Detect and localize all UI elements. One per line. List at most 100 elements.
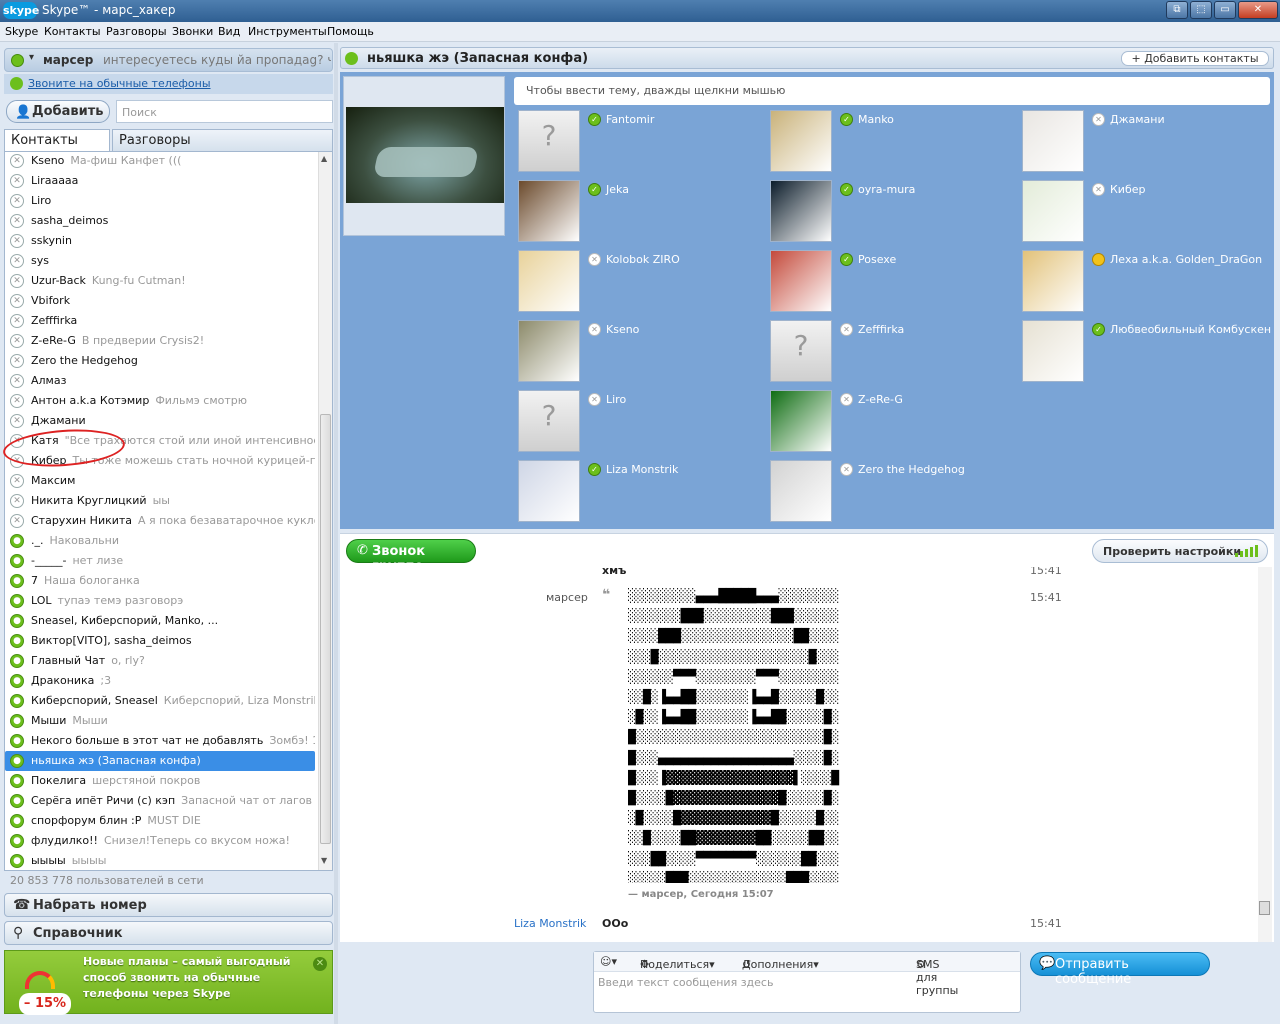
menu-conversations[interactable]: Разговоры xyxy=(106,25,167,38)
contact-list-item[interactable]: ● ._. Наковальни xyxy=(5,531,315,551)
contact-list-item[interactable]: ✕ Никита Круглицкий ыы xyxy=(5,491,315,511)
menu-help[interactable]: Помощь xyxy=(327,25,374,38)
online-status-icon[interactable] xyxy=(11,54,24,67)
message-input[interactable]: Введи текст сообщения здесь xyxy=(598,976,773,989)
contact-list-item[interactable]: ● спорфорум блин :P MUST DIE xyxy=(5,811,315,831)
contact-list-item[interactable]: ✕ Антон a.k.a Котэмир Фильмэ смотрю xyxy=(5,391,315,411)
profile-mood[interactable]: интересуетесь куды йа пропадаg? ч... xyxy=(103,53,331,67)
participant-tile[interactable]: Леха a.k.a. Golden_DraGon xyxy=(1022,250,1272,314)
contact-list-item[interactable]: ✕ Liro xyxy=(5,191,315,211)
compact-view-button[interactable]: ⧉ xyxy=(1166,1,1188,19)
participant-avatar[interactable] xyxy=(518,110,580,172)
contact-list-item[interactable]: ● Sneasel, Киберспорий, Manko, ... xyxy=(5,611,315,631)
contact-list-item[interactable]: ● -_____- нет лизе xyxy=(5,551,315,571)
participant-avatar[interactable] xyxy=(770,460,832,522)
add-contacts-button[interactable]: + Добавить контакты xyxy=(1121,51,1269,66)
close-icon[interactable]: ✕ xyxy=(313,957,327,971)
scrollbar-thumb[interactable] xyxy=(320,414,331,844)
menu-contacts[interactable]: Контакты xyxy=(44,25,101,38)
contact-list-item[interactable]: ● Виктор[VITO], sasha_deimos xyxy=(5,631,315,651)
close-button[interactable]: ✕ xyxy=(1238,1,1278,19)
profile-name[interactable]: марсер xyxy=(43,53,93,67)
participant-avatar[interactable] xyxy=(770,180,832,242)
participant-avatar[interactable] xyxy=(518,180,580,242)
contact-list-item[interactable]: ✕ Zero the Hedgehog xyxy=(5,351,315,371)
contact-list-item[interactable]: ✕ sasha_deimos xyxy=(5,211,315,231)
scroll-down-arrow[interactable]: ▼ xyxy=(321,856,327,865)
contact-list-item[interactable]: ● Главный Чат o, rly? xyxy=(5,651,315,671)
contact-list-item[interactable]: ● LOL тупаэ темэ разговорэ xyxy=(5,591,315,611)
participant-tile[interactable]: ✓ Любвеобильный Комбускен xyxy=(1022,320,1272,384)
participant-avatar[interactable] xyxy=(518,460,580,522)
scrollbar-thumb[interactable] xyxy=(1259,901,1270,915)
emoticon-button[interactable]: ☺▾ xyxy=(600,955,617,968)
contact-list-item[interactable]: ● флудилко!! Снизел!Теперь со вкусом ножа! xyxy=(5,831,315,851)
contact-list-item[interactable]: ● Некого больше в этот чат не добавлять Зо… xyxy=(5,731,315,751)
call-group-button[interactable]: ✆ Звонок группе xyxy=(346,539,476,574)
participant-tile[interactable]: ✕ Zero the Hedgehog xyxy=(770,460,1020,524)
promo-text[interactable]: Новые планы – самый выгодный способ звон… xyxy=(83,954,293,1002)
search-input[interactable]: Поиск xyxy=(116,100,333,123)
contact-list-item[interactable]: ✕ Z-eRe-G В предверии Crysis2! xyxy=(5,331,315,351)
participant-tile[interactable]: ✕ Kolobok ZIRO xyxy=(518,250,768,314)
topic-field[interactable]: Чтобы ввести тему, дважды щелкни мышью xyxy=(514,77,1270,105)
participant-avatar[interactable] xyxy=(518,250,580,312)
contact-list-item[interactable]: ✕ Алмаз xyxy=(5,371,315,391)
participant-avatar[interactable] xyxy=(770,250,832,312)
contact-list-scrollbar[interactable]: ▲ ▼ xyxy=(318,152,332,870)
participant-avatar[interactable] xyxy=(770,110,832,172)
dial-number-button[interactable]: ☎ Набрать номер xyxy=(4,893,333,917)
participant-tile[interactable]: ✓ Manko xyxy=(770,110,1020,174)
participant-tile[interactable]: ✓ oyra-mura xyxy=(770,180,1020,244)
participant-tile[interactable]: ✕ Джамани xyxy=(1022,110,1272,174)
participant-tile[interactable]: ✕ Zefffirka xyxy=(770,320,1020,384)
contact-list-item[interactable]: ● Покелига шерстяной покров xyxy=(5,771,315,791)
menu-view[interactable]: Вид xyxy=(218,25,240,38)
contact-list-item[interactable]: ✕ Uzur-Back Kung-fu Cutman! xyxy=(5,271,315,291)
participant-avatar[interactable] xyxy=(518,320,580,382)
call-phones-link[interactable]: Звоните на обычные телефоны xyxy=(28,77,211,90)
profile-status-bar[interactable]: ▾ марсер интересуетесь куды йа пропадаg?… xyxy=(4,48,333,72)
contact-list-item[interactable]: ● Мыши Мыши xyxy=(5,711,315,731)
tab-conversations[interactable]: Разговоры xyxy=(112,129,333,152)
contact-list-item[interactable]: ● Киберспорий, Sneasel Киберспорий, Liza M… xyxy=(5,691,315,711)
contact-list-item[interactable]: ✕ Kseno Ма-фиш Канфет ((( xyxy=(5,152,315,171)
contact-list-item[interactable]: ● ыыыы ыыыы xyxy=(5,851,315,870)
participant-tile[interactable]: ✕ Z-eRe-G xyxy=(770,390,1020,454)
contact-list-item[interactable]: ● Драконика ;3 xyxy=(5,671,315,691)
participant-tile[interactable]: ✓ Jeka xyxy=(518,180,768,244)
check-settings-button[interactable]: Проверить настройки xyxy=(1092,539,1268,563)
send-message-button[interactable]: 💬 Отправить сообщение xyxy=(1030,952,1210,987)
contact-list-item[interactable]: ✕ Vbifork xyxy=(5,291,315,311)
contact-list-item[interactable]: ● Серёга ипёт Ричи (с) кэп Запасной чат от… xyxy=(5,791,315,811)
contact-list-item[interactable]: ✕ Liraaaaa xyxy=(5,171,315,191)
participant-avatar[interactable] xyxy=(770,320,832,382)
participant-avatar[interactable] xyxy=(1022,110,1084,172)
participant-tile[interactable]: ✓ Liza Monstrik xyxy=(518,460,768,524)
participant-avatar[interactable] xyxy=(770,390,832,452)
add-contact-button[interactable]: 👤 Добавить xyxy=(6,100,110,123)
contact-list-item[interactable]: ✕ Zefffirka xyxy=(5,311,315,331)
chevron-down-icon[interactable]: ▾ xyxy=(29,52,34,63)
menu-skype[interactable]: Skype xyxy=(5,25,38,38)
participant-tile[interactable]: ✓ Fantomir xyxy=(518,110,768,174)
contact-list-item[interactable]: ● ньяшка жэ (Запасная конфа) xyxy=(5,751,315,771)
participant-avatar[interactable] xyxy=(1022,320,1084,382)
group-avatar[interactable] xyxy=(343,76,505,236)
participant-tile[interactable]: ✓ Posexe xyxy=(770,250,1020,314)
contact-list-item[interactable]: ● 7 Наша бологанка xyxy=(5,571,315,591)
participant-tile[interactable]: ✕ Liro xyxy=(518,390,768,454)
chat-scrollbar[interactable] xyxy=(1258,567,1272,942)
contact-list-item[interactable]: ✕ sys xyxy=(5,251,315,271)
participant-avatar[interactable] xyxy=(1022,250,1084,312)
contact-list-item[interactable]: ✕ Джамани xyxy=(5,411,315,431)
minimize-button[interactable]: ⬚ xyxy=(1190,1,1212,19)
menu-tools[interactable]: Инструменты xyxy=(248,25,327,38)
contact-list-item[interactable]: ✕ Максим xyxy=(5,471,315,491)
scroll-up-arrow[interactable]: ▲ xyxy=(321,154,327,163)
participant-avatar[interactable] xyxy=(518,390,580,452)
participant-tile[interactable]: ✕ Кибер xyxy=(1022,180,1272,244)
contact-list-item[interactable]: ✕ Старухин Никита А я пока безаватарочное … xyxy=(5,511,315,531)
maximize-button[interactable]: ▭ xyxy=(1214,1,1236,19)
promo-banner[interactable]: – 15% Новые планы – самый выгодный спосо… xyxy=(4,950,333,1015)
